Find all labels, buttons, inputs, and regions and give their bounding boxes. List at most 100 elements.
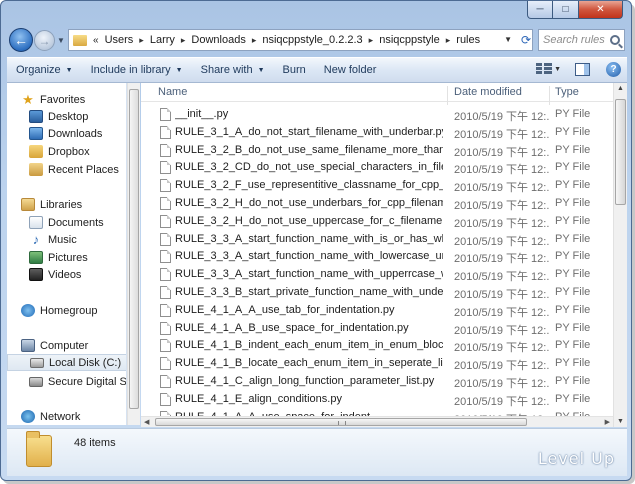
vertical-scrollbar[interactable]: ▲ ▼: [613, 83, 627, 427]
homegroup-icon: [21, 304, 35, 317]
nav-dropbox[interactable]: Dropbox: [29, 143, 90, 160]
chevron-right-icon[interactable]: ▸: [252, 35, 257, 46]
chevron-right-icon[interactable]: ▸: [139, 35, 144, 46]
new-folder-button[interactable]: New folder: [315, 58, 386, 82]
nav-secure-digital[interactable]: Secure Digital Sto: [29, 373, 127, 390]
sd-card-icon: [29, 376, 43, 387]
view-options-caret-icon[interactable]: ▼: [554, 66, 561, 73]
chevron-right-icon[interactable]: ▸: [181, 35, 186, 46]
computer-icon: [21, 339, 35, 352]
scroll-down-icon[interactable]: ▼: [617, 418, 624, 425]
scroll-up-icon[interactable]: ▲: [617, 85, 624, 92]
breadcrumb-downloads[interactable]: Downloads: [191, 34, 245, 46]
column-date-modified[interactable]: Date modified: [454, 86, 522, 98]
nav-homegroup[interactable]: Homegroup: [21, 302, 97, 319]
file-name: RULE_3_2_F_use_representitive_classname_…: [175, 179, 443, 192]
breadcrumb-larry[interactable]: Larry: [150, 34, 175, 46]
search-input[interactable]: Search rules: [538, 29, 625, 51]
file-icon: [160, 303, 171, 317]
file-name: RULE_3_3_A_start_function_name_with_lowe…: [175, 250, 443, 263]
forward-button[interactable]: →: [34, 30, 55, 51]
file-name: RULE_4_1_C_align_long_function_parameter…: [175, 375, 435, 387]
column-type[interactable]: Type: [555, 86, 579, 98]
file-row[interactable]: RULE_4_1_A_B_use_space_for_indentation.p…: [141, 320, 613, 338]
search-icon: [610, 35, 620, 45]
nav-network[interactable]: Network: [21, 408, 80, 425]
breadcrumb-nsiqcppstyle[interactable]: nsiqcppstyle: [379, 34, 440, 46]
nav-secure-digital-label: Secure Digital Sto: [48, 375, 127, 388]
include-in-library-label: Include in library: [90, 64, 171, 76]
help-icon[interactable]: ?: [606, 62, 621, 77]
breadcrumb-nsiqcppstyle-version[interactable]: nsiqcppstyle_0.2.2.3: [262, 34, 362, 46]
file-row[interactable]: RULE_3_2_F_use_representitive_classname_…: [141, 177, 613, 195]
file-row[interactable]: RULE_3_2_H_do_not_use_underbars_for_cpp_…: [141, 195, 613, 213]
file-icon: [160, 179, 171, 193]
nav-downloads[interactable]: Downloads: [29, 125, 102, 142]
share-with-button[interactable]: Share with ▼: [192, 58, 274, 82]
breadcrumb-rules[interactable]: rules: [456, 34, 480, 46]
close-button[interactable]: ✕: [579, 1, 623, 19]
burn-button[interactable]: Burn: [274, 58, 315, 82]
scroll-left-icon[interactable]: ◀: [144, 418, 149, 426]
refresh-button[interactable]: ⟳: [517, 30, 535, 50]
file-date: 2010/5/19 下午 12:...: [454, 182, 549, 195]
address-dropdown[interactable]: ▼: [504, 35, 512, 44]
breadcrumb-overflow[interactable]: «: [93, 35, 99, 46]
recent-pages-dropdown[interactable]: ▼: [57, 36, 65, 45]
file-row[interactable]: RULE_3_2_CD_do_not_use_special_character…: [141, 159, 613, 177]
scroll-right-icon[interactable]: ▶: [605, 418, 610, 426]
nav-scrollbar[interactable]: [127, 83, 140, 425]
nav-videos[interactable]: Videos: [29, 266, 81, 283]
nav-computer[interactable]: Computer: [21, 337, 88, 354]
preview-pane-icon[interactable]: [575, 63, 590, 76]
chevron-right-icon[interactable]: ▸: [446, 35, 451, 46]
file-row[interactable]: RULE_3_3_B_start_private_function_name_w…: [141, 284, 613, 302]
file-date: 2010/5/19 下午 12:...: [454, 111, 549, 123]
back-button[interactable]: ←: [9, 28, 33, 52]
file-row[interactable]: RULE_4_1_A_A_use_tab_for_indentation.py 2…: [141, 302, 613, 320]
change-view-icon[interactable]: [536, 62, 553, 77]
file-row[interactable]: RULE_4_1_B_indent_each_enum_item_in_enum…: [141, 337, 613, 355]
nav-scrollbar-thumb[interactable]: [129, 89, 139, 409]
folder-icon: [73, 34, 87, 46]
file-row[interactable]: RULE_4_1_B_locate_each_enum_item_in_sepe…: [141, 355, 613, 373]
include-in-library-button[interactable]: Include in library ▼: [82, 58, 192, 82]
breadcrumb-users[interactable]: Users: [105, 34, 134, 46]
nav-local-disk[interactable]: Local Disk (C:): [7, 354, 126, 371]
file-row[interactable]: RULE_3_1_A_do_not_start_filename_with_un…: [141, 124, 613, 142]
file-row[interactable]: RULE_3_3_A_start_function_name_with_is_o…: [141, 231, 613, 249]
file-row[interactable]: RULE_3_2_H_do_not_use_uppercase_for_c_fi…: [141, 213, 613, 231]
nav-computer-label: Computer: [40, 339, 89, 352]
vertical-scrollbar-thumb[interactable]: [615, 99, 626, 205]
nav-documents[interactable]: Documents: [29, 214, 104, 231]
nav-pictures[interactable]: Pictures: [29, 249, 88, 266]
file-row[interactable]: __init__.py 2010/5/19 下午 12:... PY File: [141, 106, 613, 124]
watermark: Level Up: [537, 449, 615, 468]
file-icon: [160, 339, 171, 353]
column-divider[interactable]: [447, 86, 448, 105]
file-row[interactable]: RULE_4_1_C_align_long_function_parameter…: [141, 373, 613, 391]
file-type: PY File: [555, 214, 591, 227]
file-row[interactable]: RULE_4_1_A_A_use_space_for_indent...2010…: [141, 409, 613, 416]
file-row[interactable]: RULE_3_3_A_start_function_name_with_uppe…: [141, 266, 613, 284]
file-row[interactable]: RULE_3_2_B_do_not_use_same_filename_more…: [141, 142, 613, 160]
column-name[interactable]: Name: [158, 86, 187, 98]
address-bar[interactable]: « Users ▸ Larry ▸ Downloads ▸ nsiqcppsty…: [68, 29, 533, 51]
nav-favorites[interactable]: ★ Favorites: [21, 91, 85, 108]
chevron-right-icon[interactable]: ▸: [369, 35, 374, 46]
file-row[interactable]: RULE_4_1_E_align_conditions.py 2010/5/19 …: [141, 391, 613, 409]
nav-libraries[interactable]: Libraries: [21, 196, 82, 213]
breadcrumb: « Users ▸ Larry ▸ Downloads ▸ nsiqcppsty…: [91, 34, 480, 46]
horizontal-scrollbar[interactable]: ◀ ▶: [141, 416, 613, 427]
column-divider[interactable]: [549, 86, 550, 105]
file-row[interactable]: RULE_3_3_A_start_function_name_with_lowe…: [141, 248, 613, 266]
file-name: RULE_4_1_B_locate_each_enum_item_in_sepe…: [175, 357, 443, 370]
nav-recent-places[interactable]: Recent Places: [29, 161, 119, 178]
horizontal-scrollbar-thumb[interactable]: [155, 418, 527, 426]
minimize-button[interactable]: ─: [527, 1, 553, 19]
organize-button[interactable]: Organize ▼: [7, 58, 82, 82]
nav-desktop[interactable]: Desktop: [29, 108, 88, 125]
maximize-button[interactable]: □: [553, 1, 579, 19]
nav-music[interactable]: ♪ Music: [29, 231, 77, 248]
organize-label: Organize: [16, 64, 61, 76]
